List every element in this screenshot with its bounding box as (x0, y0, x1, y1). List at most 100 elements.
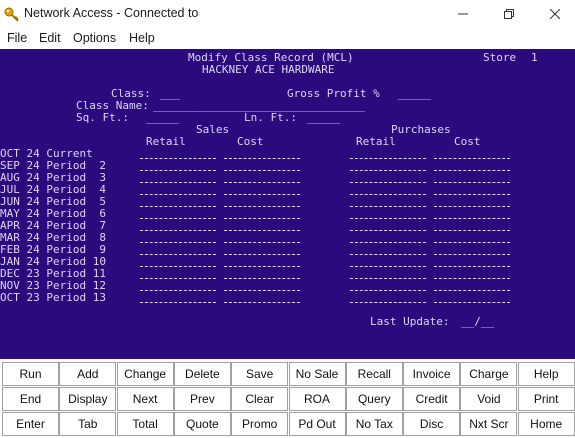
end-button[interactable]: End (2, 387, 59, 411)
purchases-retail-field[interactable] (350, 170, 426, 171)
terminal-screen[interactable]: Modify Class Record (MCL) Store 1 HACKNE… (0, 49, 575, 359)
purchases-retail-field[interactable] (350, 254, 426, 255)
promo-button[interactable]: Promo (231, 412, 289, 436)
sales-retail-field[interactable] (140, 206, 216, 207)
purchases-cost-field[interactable] (434, 302, 510, 303)
sales-cost-field[interactable] (224, 158, 300, 159)
menu-edit[interactable]: Edit (39, 31, 61, 45)
sales-retail-field[interactable] (140, 278, 216, 279)
purchases-cost-field[interactable] (434, 218, 510, 219)
pd-out-button[interactable]: Pd Out (288, 412, 346, 436)
no-sale-button[interactable]: No Sale (288, 362, 346, 386)
purchases-cost-field[interactable] (434, 254, 510, 255)
sales-retail-field[interactable] (140, 254, 216, 255)
sales-cost-field[interactable] (224, 254, 300, 255)
purchases-cost-field[interactable] (434, 278, 510, 279)
purchases-retail-field[interactable] (350, 278, 426, 279)
purchases-retail-header: Retail (356, 135, 396, 148)
purchases-retail-field[interactable] (350, 242, 426, 243)
run-button[interactable]: Run (2, 362, 59, 386)
change-button[interactable]: Change (116, 362, 174, 386)
purchases-cost-field[interactable] (434, 266, 510, 267)
purchases-cost-field[interactable] (434, 182, 510, 183)
purchases-cost-field[interactable] (434, 194, 510, 195)
purchases-retail-field[interactable] (350, 218, 426, 219)
sales-retail-field[interactable] (140, 218, 216, 219)
purchases-retail-field[interactable] (350, 290, 426, 291)
sales-retail-field[interactable] (140, 290, 216, 291)
sales-cost-field[interactable] (224, 290, 300, 291)
query-button[interactable]: Query (345, 387, 403, 411)
recall-button[interactable]: Recall (345, 362, 403, 386)
menu-help[interactable]: Help (129, 31, 155, 45)
charge-button[interactable]: Charge (460, 362, 518, 386)
sales-cost-field[interactable] (224, 242, 300, 243)
sales-retail-field[interactable] (140, 242, 216, 243)
sqft-field[interactable]: _____ (146, 112, 179, 124)
nxt-scr-button[interactable]: Nxt Scr (460, 412, 518, 436)
purchases-cost-field[interactable] (434, 158, 510, 159)
sales-cost-field[interactable] (224, 206, 300, 207)
sales-retail-field[interactable] (140, 230, 216, 231)
roa-button[interactable]: ROA (288, 387, 346, 411)
purchases-retail-field[interactable] (350, 182, 426, 183)
purchases-cost-field[interactable] (434, 170, 510, 171)
lnft-field[interactable]: _____ (307, 112, 340, 124)
disc-button[interactable]: Disc (403, 412, 461, 436)
purchases-cost-field[interactable] (434, 206, 510, 207)
sqft-label: Sq. Ft.: (76, 111, 129, 124)
sales-retail-field[interactable] (140, 194, 216, 195)
sales-cost-field[interactable] (224, 278, 300, 279)
invoice-button[interactable]: Invoice (403, 362, 461, 386)
minimize-button[interactable] (440, 0, 486, 28)
no-tax-button[interactable]: No Tax (345, 412, 403, 436)
help-button[interactable]: Help (517, 362, 575, 386)
print-button[interactable]: Print (517, 387, 575, 411)
home-button[interactable]: Home (517, 412, 575, 436)
sales-cost-field[interactable] (224, 230, 300, 231)
sales-header: Sales (196, 123, 230, 136)
clear-button[interactable]: Clear (231, 387, 289, 411)
purchases-cost-field[interactable] (434, 230, 510, 231)
purchases-retail-field[interactable] (350, 158, 426, 159)
sales-retail-field[interactable] (140, 170, 216, 171)
purchases-cost-field[interactable] (434, 290, 510, 291)
last-update-field[interactable]: __/__ (461, 316, 494, 328)
sales-retail-field[interactable] (140, 266, 216, 267)
tab-button[interactable]: Tab (59, 412, 117, 436)
restore-icon (504, 9, 514, 19)
display-button[interactable]: Display (59, 387, 117, 411)
close-button[interactable] (532, 0, 575, 28)
next-button[interactable]: Next (116, 387, 174, 411)
purchases-retail-field[interactable] (350, 206, 426, 207)
save-button[interactable]: Save (231, 362, 289, 386)
add-button[interactable]: Add (59, 362, 117, 386)
sales-cost-field[interactable] (224, 170, 300, 171)
restore-button[interactable] (486, 0, 532, 28)
enter-button[interactable]: Enter (2, 412, 59, 436)
purchases-retail-field[interactable] (350, 302, 426, 303)
sales-cost-header: Cost (237, 135, 264, 148)
total-button[interactable]: Total (116, 412, 174, 436)
purchases-retail-field[interactable] (350, 194, 426, 195)
menu-file[interactable]: File (7, 31, 27, 45)
purchases-cost-field[interactable] (434, 242, 510, 243)
sales-retail-field[interactable] (140, 182, 216, 183)
void-button[interactable]: Void (460, 387, 518, 411)
gross-profit-field[interactable]: _____ (398, 88, 431, 100)
prev-button[interactable]: Prev (173, 387, 231, 411)
menu-options[interactable]: Options (73, 31, 116, 45)
purchases-header: Purchases (391, 123, 451, 136)
purchases-retail-field[interactable] (350, 230, 426, 231)
sales-cost-field[interactable] (224, 266, 300, 267)
sales-cost-field[interactable] (224, 218, 300, 219)
delete-button[interactable]: Delete (173, 362, 231, 386)
sales-retail-field[interactable] (140, 302, 216, 303)
purchases-retail-field[interactable] (350, 266, 426, 267)
sales-cost-field[interactable] (224, 194, 300, 195)
credit-button[interactable]: Credit (403, 387, 461, 411)
sales-cost-field[interactable] (224, 302, 300, 303)
sales-cost-field[interactable] (224, 182, 300, 183)
sales-retail-field[interactable] (140, 158, 216, 159)
quote-button[interactable]: Quote (173, 412, 231, 436)
